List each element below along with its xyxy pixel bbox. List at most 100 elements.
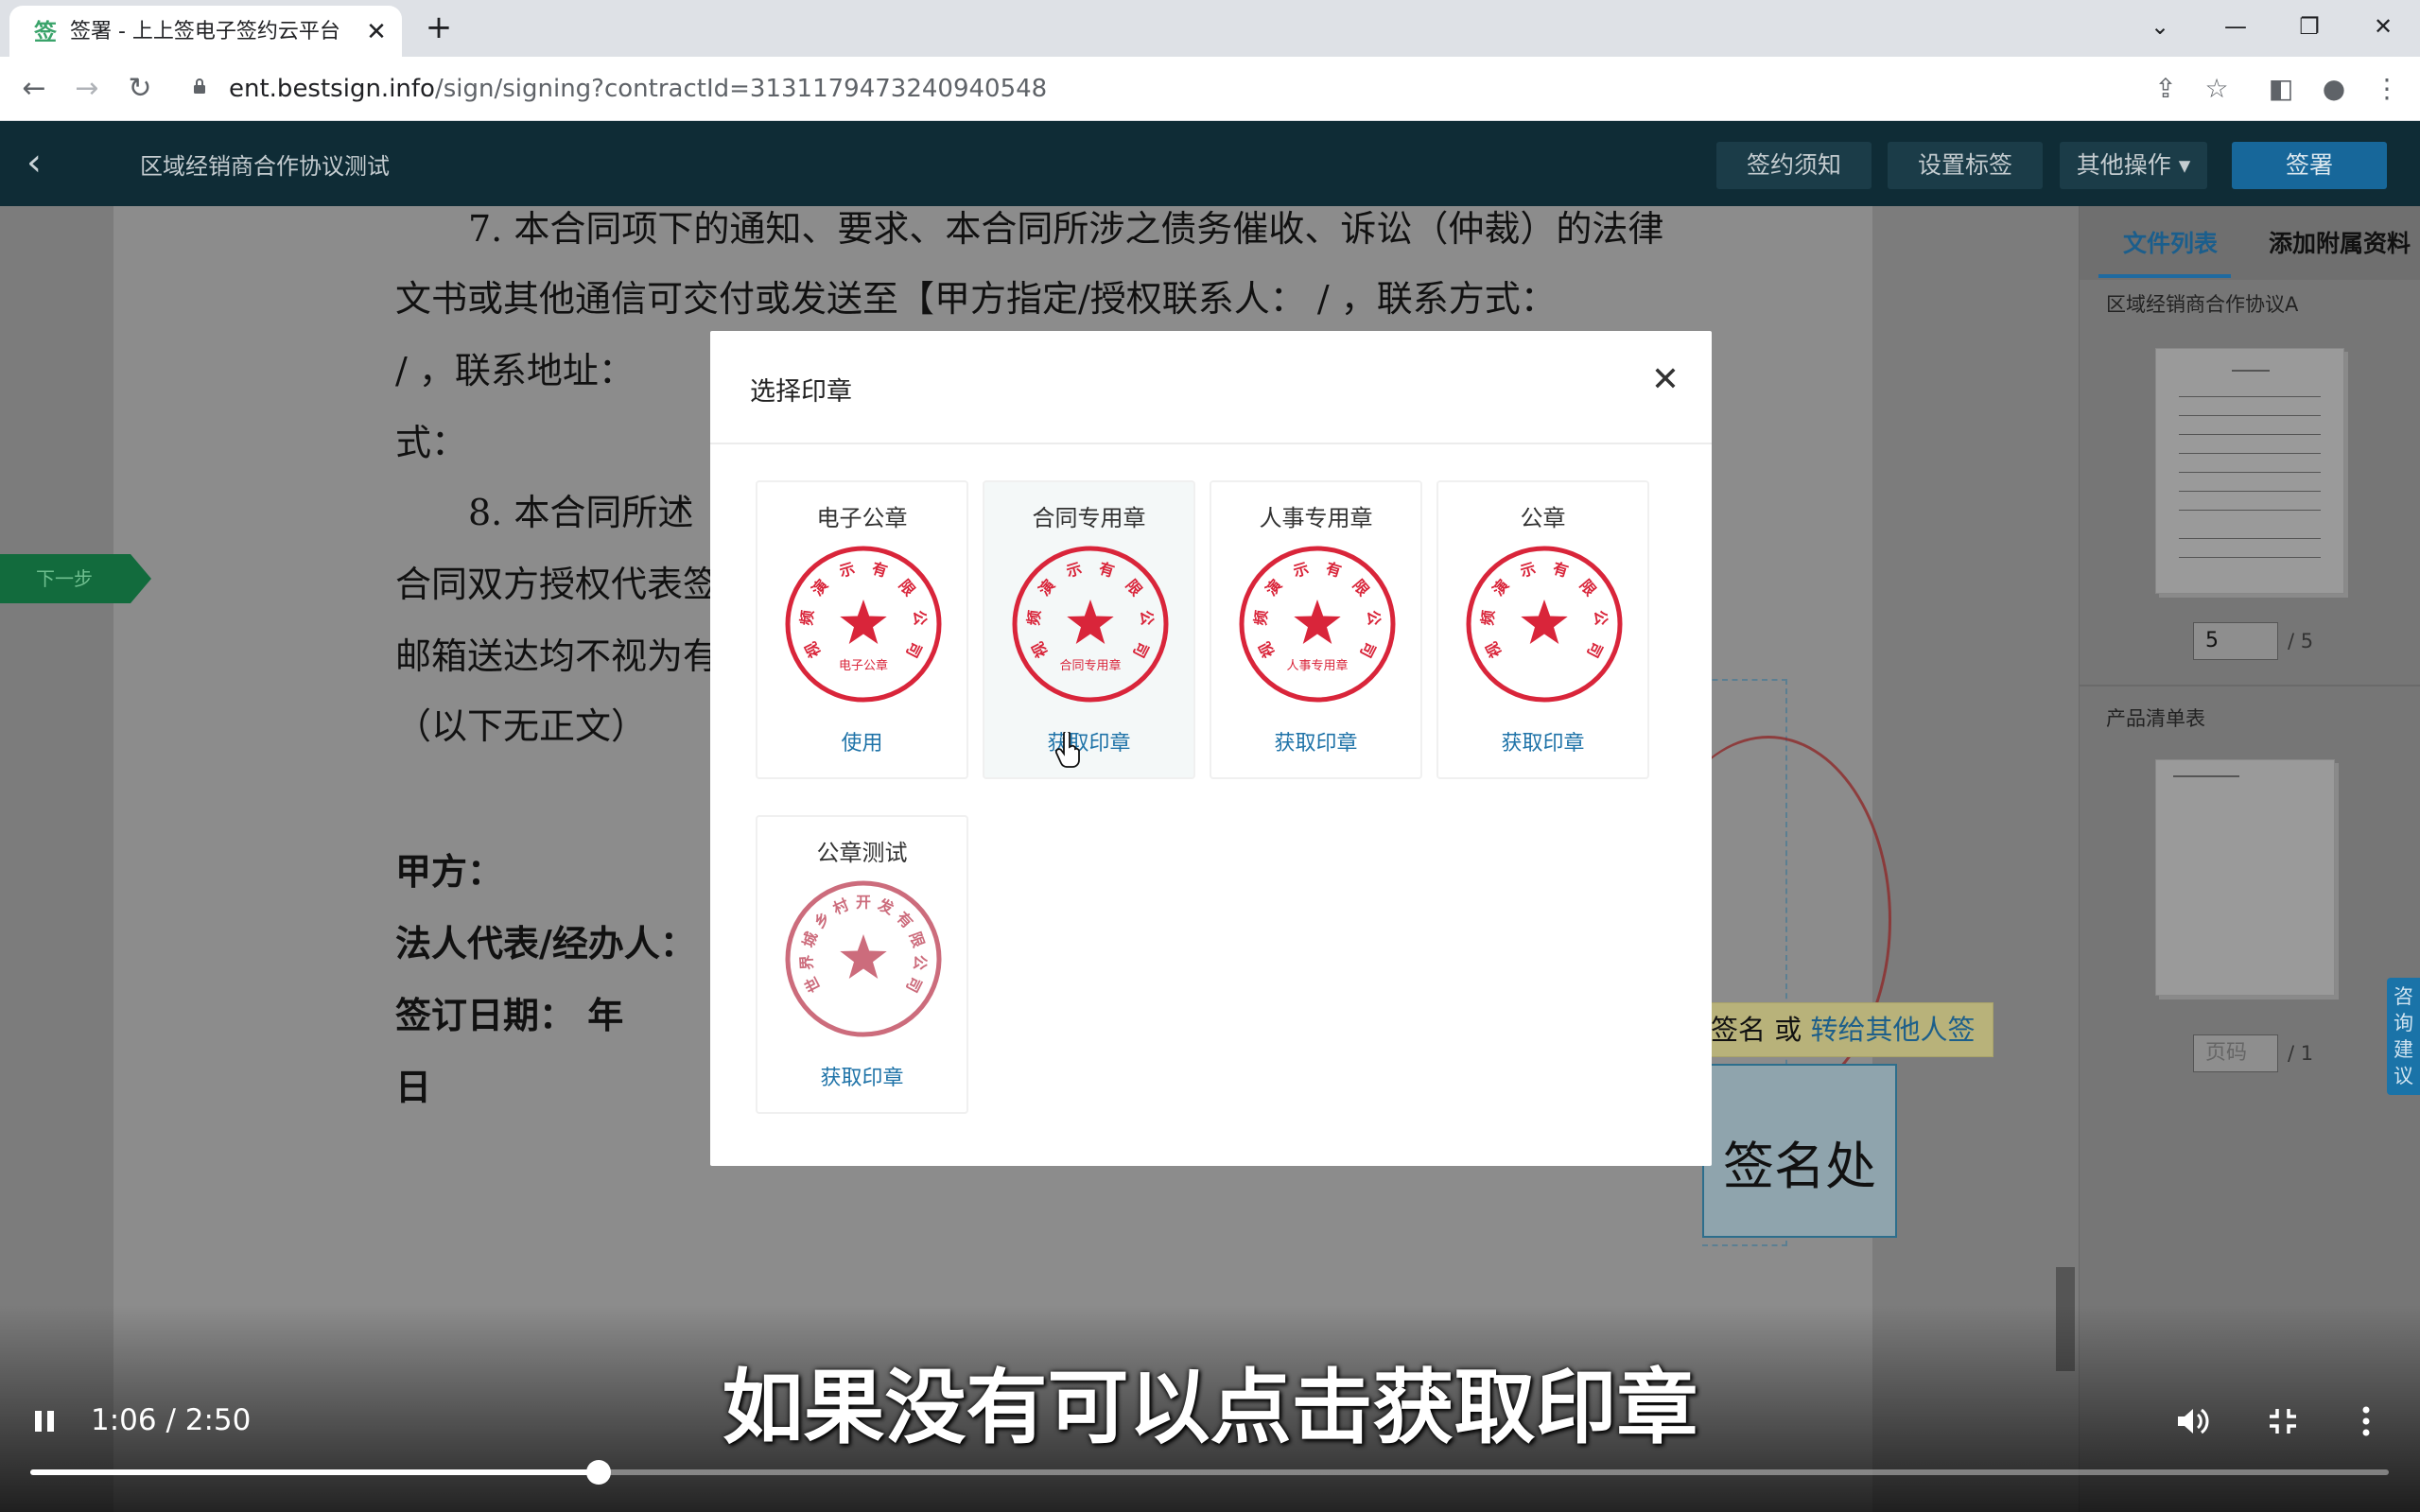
doc-line: 邮箱送达均不视为有 [395, 635, 720, 677]
seal-ring-char: 限 [896, 576, 919, 600]
seal-name: 人事专用章 [1259, 505, 1373, 531]
get-seal-link[interactable]: 获取印章 [1211, 726, 1420, 756]
doc-line: / ，联系地址： [395, 350, 635, 391]
seal-ring-char: 公 [910, 609, 930, 626]
exit-fullscreen-icon[interactable] [2268, 1407, 2298, 1435]
consult-suggestion-button[interactable]: 咨询建议 [2387, 978, 2420, 1095]
dialog-divider [710, 443, 1712, 444]
side-panel-icon[interactable]: ◧ [2264, 72, 2298, 106]
tab-file-list[interactable]: 文件列表 [2123, 225, 2218, 259]
doc-line: 法人代表/经办人： [395, 922, 696, 965]
page-number-input[interactable]: 页码 [2193, 1034, 2278, 1072]
dialog-close-icon[interactable]: ✕ [1645, 359, 1686, 401]
page-thumbnail[interactable] [2155, 348, 2344, 594]
select-seal-dialog: 选择印章 ✕ 电子公章 视频演示有限公司电子公章 使用 合同专用章 视频演示有限… [710, 331, 1712, 1166]
back-arrow-icon[interactable]: ← [15, 70, 53, 108]
sign-button[interactable]: 签署 [2232, 142, 2387, 189]
window-close-icon[interactable]: ✕ [2364, 8, 2402, 45]
seal-card[interactable]: 合同专用章 视频演示有限公司合同专用章 获取印章 [983, 480, 1195, 779]
doc-line: 甲方： [395, 850, 504, 893]
next-step-button[interactable]: 下一步 [0, 554, 151, 603]
seal-name: 公章测试 [816, 840, 908, 866]
seal-ring-char: 发 [875, 895, 897, 919]
get-seal-link[interactable]: 获取印章 [757, 1061, 966, 1091]
video-progress-fill [30, 1469, 600, 1475]
file-name: 产品清单表 [2106, 707, 2205, 730]
seal-ring-char: 视 [801, 639, 824, 661]
browser-menu-icon[interactable]: ⋮ [2370, 72, 2404, 106]
video-progress-handle[interactable] [586, 1460, 612, 1485]
page-number-input[interactable]: 5 [2193, 622, 2278, 660]
browser-tab-bar: 签 签署 - 上上签电子签约云平台 ✕ + ⌄ — ❐ ✕ [0, 0, 2420, 57]
seal-ring-char: 世 [801, 974, 824, 996]
seal-ring-char: 演 [808, 576, 831, 599]
signature-box[interactable]: 签名处 [1702, 1064, 1897, 1238]
seal-ring-char: 司 [1129, 639, 1152, 661]
seal-stamp-icon: 视频演示 有限公司电子公章 [785, 546, 942, 703]
url-field[interactable]: ent.bestsign.info/sign/signing?contractI… [229, 72, 1047, 106]
url-path: /sign/signing?contractId=313117947324094… [434, 75, 1048, 103]
seal-inner-label: 人事专用章 [1286, 658, 1348, 673]
reload-icon[interactable]: ↻ [121, 70, 159, 108]
seal-stamp-icon: 世界城乡村开发有限公司 [785, 880, 942, 1037]
minimize-icon[interactable]: — [2217, 8, 2255, 45]
doc-line: 式： [395, 422, 468, 463]
browser-tab[interactable]: 签 签署 - 上上签电子签约云平台 ✕ [9, 6, 402, 57]
seal-ring-char: 频 [1478, 609, 1498, 626]
seal-ring-char: 城 [799, 930, 821, 950]
file-name: 区域经销商合作协议A [2106, 293, 2299, 316]
seal-ring-char: 公 [1364, 609, 1384, 626]
seal-stamp-icon: 视频演示 有限公司 [1466, 546, 1623, 703]
address-bar: ← → ↻ ent.bestsign.info/sign/signing?con… [0, 57, 2420, 121]
seal-name: 合同专用章 [1032, 505, 1146, 531]
more-options-icon[interactable] [2360, 1405, 2372, 1437]
seal-ring-char: 村 [830, 895, 851, 918]
get-seal-link[interactable]: 获取印章 [1438, 726, 1647, 756]
app-back-chevron-icon[interactable]: ‹ [26, 142, 64, 185]
seal-inner-label: 电子公章 [839, 658, 888, 673]
page-total: / 5 [2288, 630, 2314, 652]
share-icon[interactable]: ⇪ [2149, 72, 2183, 106]
seal-card[interactable]: 公章测试 世界城乡村开发有限公司 获取印章 [756, 815, 968, 1114]
volume-icon[interactable] [2175, 1405, 2209, 1437]
seal-ring-char: 频 [1251, 609, 1271, 626]
seal-ring-char: 视 [1255, 639, 1278, 661]
seal-ring-char: 示 [1291, 559, 1311, 581]
seal-ring-char: 有 [870, 559, 890, 581]
forward-arrow-icon[interactable]: → [68, 70, 106, 108]
video-subtitle: 如果没有可以点击获取印章 [722, 1361, 1698, 1455]
contract-title: 区域经销商合作协议测试 [140, 153, 390, 180]
seal-ring-char: 有 [1324, 559, 1344, 581]
seal-ring-char: 限 [906, 930, 929, 950]
tab-close-icon[interactable]: ✕ [361, 17, 392, 47]
use-seal-link[interactable]: 使用 [757, 726, 966, 756]
tab-title: 签署 - 上上签电子签约云平台 [70, 20, 340, 43]
seal-ring-char: 司 [1583, 639, 1606, 661]
seal-ring-char: 公 [911, 954, 930, 970]
bookmark-star-icon[interactable]: ☆ [2200, 72, 2234, 106]
signing-notice-button[interactable]: 签约须知 [1716, 142, 1872, 189]
seal-ring-char: 视 [1028, 639, 1051, 661]
page-thumbnail[interactable] [2155, 759, 2335, 996]
seal-card[interactable]: 人事专用章 视频演示有限公司人事专用章 获取印章 [1210, 480, 1422, 779]
url-host: ent.bestsign.info [229, 75, 435, 103]
get-seal-link[interactable]: 获取印章 [984, 726, 1193, 756]
tab-search-chevron-icon[interactable]: ⌄ [2141, 8, 2179, 45]
right-panel-tabs: 文件列表 添加附属资料 [2080, 206, 2420, 280]
seal-card[interactable]: 电子公章 视频演示有限公司电子公章 使用 [756, 480, 968, 779]
dialog-title: 选择印章 [750, 377, 852, 407]
seal-ring-char: 司 [1356, 639, 1379, 661]
seal-ring-char: 示 [837, 559, 857, 581]
restore-icon[interactable]: ❐ [2290, 8, 2328, 45]
set-tag-button[interactable]: 设置标签 [1888, 142, 2043, 189]
other-operations-button[interactable]: 其他操作 ▾ [2060, 142, 2207, 189]
seal-card[interactable]: 公章 视频演示有限公司 获取印章 [1436, 480, 1649, 779]
new-tab-icon[interactable]: + [422, 11, 456, 45]
transfer-to-others-link[interactable]: 转给其他人签 [1810, 1014, 1975, 1046]
tab-add-attachment[interactable]: 添加附属资料 [2269, 225, 2411, 259]
seal-ring-char: 示 [1518, 559, 1538, 581]
profile-avatar-icon[interactable]: ● [2317, 72, 2351, 106]
pause-icon[interactable] [32, 1409, 57, 1434]
seal-ring-char: 乡 [810, 909, 834, 932]
doc-line: 7. 本合同项下的通知、要求、本合同所涉之债务催收、诉讼（仲裁）的法律 [468, 208, 1664, 250]
